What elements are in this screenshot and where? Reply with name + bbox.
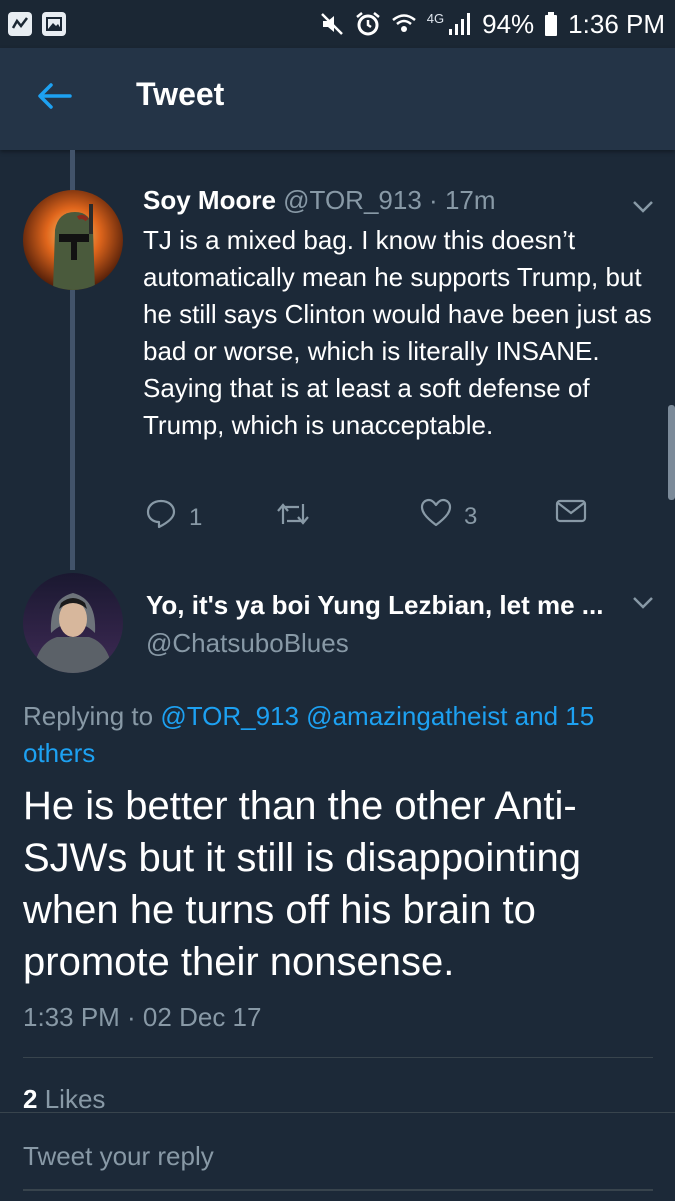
reply-input-underline xyxy=(23,1189,653,1191)
like-count: 3 xyxy=(464,502,478,530)
app-bar: Tweet xyxy=(0,48,675,150)
avatar[interactable] xyxy=(23,190,123,290)
retweet-icon xyxy=(275,498,311,537)
likes-count: 2 xyxy=(23,1084,38,1114)
battery-percent: 94% xyxy=(482,8,535,39)
chevron-down-icon[interactable] xyxy=(632,596,654,610)
tweet-text: TJ is a mixed bag. I know this doesn’t a… xyxy=(143,225,652,440)
author-name[interactable]: Soy Moore xyxy=(143,185,276,215)
signal-icon xyxy=(448,11,472,37)
image-notification-icon xyxy=(42,12,66,36)
tweet-time: 17m xyxy=(444,185,496,215)
clock: 1:36 PM xyxy=(568,8,665,39)
back-arrow-icon[interactable] xyxy=(34,76,74,116)
retweet-button[interactable] xyxy=(275,498,311,537)
tweet-timestamp: 1:33 PM · 02 Dec 17 xyxy=(23,1002,262,1032)
replying-prefix: Replying to xyxy=(23,701,154,731)
reply-input[interactable]: Tweet your reply xyxy=(23,1141,214,1172)
divider xyxy=(23,1057,653,1058)
mail-icon xyxy=(555,498,587,531)
author-handle[interactable]: @ChatsuboBlues xyxy=(146,628,349,659)
likes-summary[interactable]: 2 Likes xyxy=(23,1084,105,1115)
heart-icon xyxy=(420,498,452,535)
tweet-actions: 1 3 xyxy=(143,498,603,534)
likes-label: Likes xyxy=(44,1084,106,1114)
share-button[interactable] xyxy=(555,498,587,531)
reply-bar: Tweet your reply xyxy=(0,1112,675,1201)
author-name[interactable]: Yo, it's ya boi Yung Lezbian, let me ... xyxy=(146,590,603,621)
page-title: Tweet xyxy=(136,76,225,112)
replying-to: Replying to @TOR_913 @amazingatheist and… xyxy=(23,698,643,772)
reply-count: 1 xyxy=(189,503,203,531)
tweet-text: He is better than the other Anti-SJWs bu… xyxy=(23,784,582,984)
alarm-icon xyxy=(355,11,381,37)
network-type: 4G xyxy=(426,10,445,26)
reply-button[interactable]: 1 xyxy=(145,498,202,537)
chevron-down-icon[interactable] xyxy=(632,200,654,214)
app-notification-icon xyxy=(8,12,32,36)
parent-tweet-header: Soy Moore @TOR_913 · 17m xyxy=(143,185,496,216)
status-bar: 4G 94% 1:36 PM xyxy=(0,0,675,48)
author-handle[interactable]: @TOR_913 xyxy=(283,185,422,215)
avatar[interactable] xyxy=(23,573,123,673)
wifi-icon xyxy=(391,11,417,37)
scrollbar[interactable] xyxy=(668,405,675,500)
reply-icon xyxy=(145,498,177,537)
separator: · xyxy=(429,185,438,215)
like-button[interactable]: 3 xyxy=(420,498,477,535)
battery-icon xyxy=(544,11,558,37)
mute-icon xyxy=(319,11,345,37)
